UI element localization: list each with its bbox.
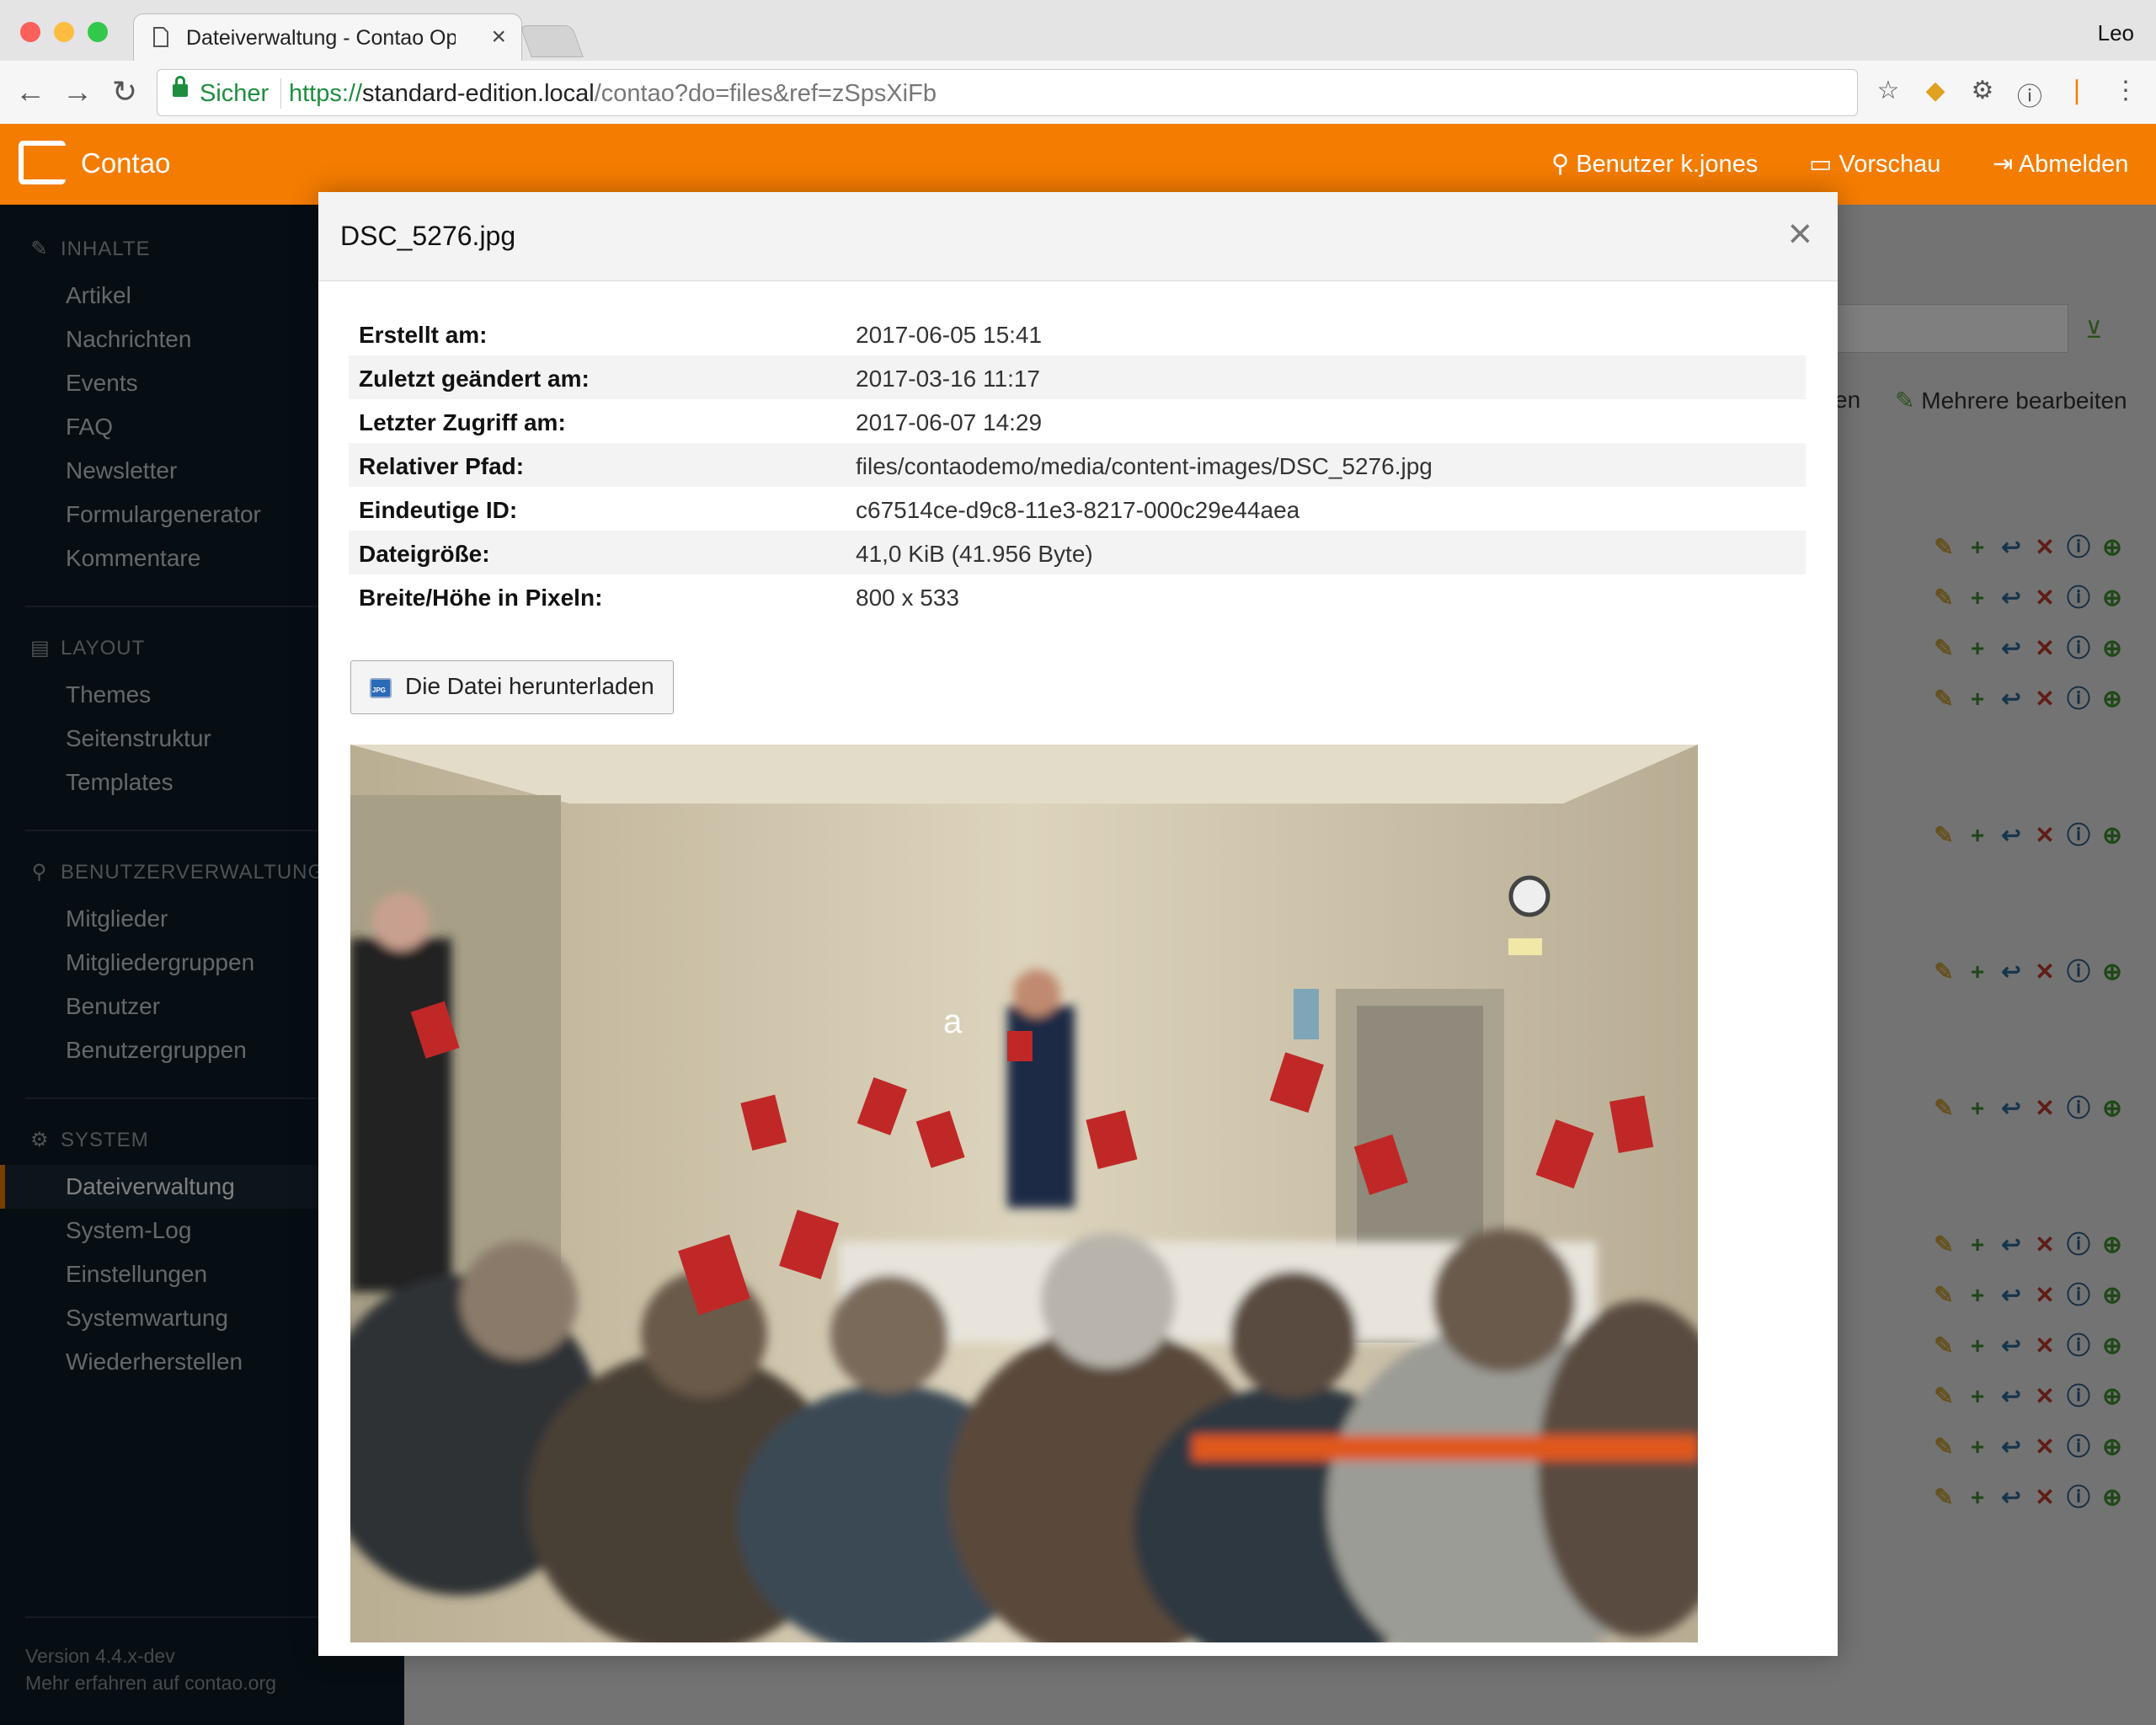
info-row-path: Relativer Pfad: files/contaodemo/media/co… xyxy=(349,443,1806,487)
image-preview: a xyxy=(350,745,1698,1642)
info-row-created: Erstellt am: 2017-06-05 15:41 xyxy=(359,322,1043,348)
menu-dots-icon[interactable]: ⋮ xyxy=(2109,76,2143,105)
security-label: Sicher xyxy=(200,80,270,107)
info-row-filesize: Dateigröße: 41,0 KiB (41.956 Byte) xyxy=(349,531,1806,574)
info-extension-icon[interactable]: ⓘ xyxy=(2013,76,2047,113)
address-bar[interactable]: Sicher https://standard-edition.local/co… xyxy=(157,69,1858,116)
close-icon[interactable]: × xyxy=(1788,212,1812,254)
modal-title: DSC_5276.jpg xyxy=(340,221,516,251)
download-button[interactable]: JPG Die Datei herunterladen xyxy=(350,660,674,714)
new-tab-button[interactable] xyxy=(520,25,584,57)
logout-icon: ⇥ xyxy=(1993,151,2019,178)
file-info-table: Erstellt am: 2017-06-05 15:41 Zuletzt geä… xyxy=(349,312,1806,618)
tab-close-icon[interactable]: × xyxy=(491,23,506,51)
gear-icon[interactable]: ⚙ xyxy=(1966,76,1999,105)
preview-link[interactable]: ▭ Vorschau xyxy=(1809,149,1940,179)
svg-text:a: a xyxy=(943,1003,963,1040)
url-text[interactable]: https://standard-edition.local/contao?do… xyxy=(289,80,937,108)
forward-arrow-icon[interactable]: → xyxy=(59,74,96,109)
back-arrow-icon[interactable]: ← xyxy=(12,74,49,109)
info-row-uuid: Eindeutige ID: c67514ce-d9c8-11e3-8217-00… xyxy=(359,497,1300,523)
browser-toolbar: ← → ↻ Sicher https://standard-edition.lo… xyxy=(0,61,2156,124)
lock-icon xyxy=(173,76,188,97)
conference-photo: a xyxy=(350,745,1698,1642)
download-label: Die Datei herunterladen xyxy=(405,673,654,699)
tab-title: Dateiverwaltung - Contao Open Source CMS xyxy=(186,26,456,50)
browser-chrome: Dateiverwaltung - Contao Open Source CMS… xyxy=(0,0,2156,124)
minimize-window-button[interactable] xyxy=(54,22,74,42)
document-icon xyxy=(153,27,168,47)
reload-icon[interactable]: ↻ xyxy=(106,74,143,109)
modal-header: DSC_5276.jpg × xyxy=(318,192,1838,281)
user-link[interactable]: ⚲ Benutzer k.jones xyxy=(1551,149,1758,179)
contao-logo-icon[interactable] xyxy=(19,141,66,184)
file-info-modal: DSC_5276.jpg × Erstellt am: 2017-06-05 15… xyxy=(318,192,1838,1656)
info-row-modified: Zuletzt geändert am: 2017-03-16 11:17 xyxy=(349,355,1806,399)
monitor-icon: ▭ xyxy=(1809,151,1839,178)
browser-tab[interactable]: Dateiverwaltung - Contao Open Source CMS… xyxy=(133,13,522,61)
info-row-dimensions: Breite/Höhe in Pixeln: 800 x 533 xyxy=(359,585,959,611)
user-icon: ⚲ xyxy=(1551,151,1577,178)
close-window-button[interactable] xyxy=(20,22,40,42)
browser-profile-name[interactable]: Leo xyxy=(2098,20,2134,46)
contao-extension-icon[interactable]: ❘ xyxy=(2060,76,2094,105)
info-row-accessed: Letzter Zugriff am: 2017-06-07 14:29 xyxy=(359,409,1043,435)
maximize-window-button[interactable] xyxy=(88,22,108,42)
jpg-file-icon: JPG xyxy=(370,678,392,698)
bookmark-star-icon[interactable]: ☆ xyxy=(1871,76,1905,105)
extension-icon[interactable]: ◆ xyxy=(1919,76,1952,105)
logout-link[interactable]: ⇥ Abmelden xyxy=(1993,149,2128,179)
app-name[interactable]: Contao xyxy=(81,147,170,179)
